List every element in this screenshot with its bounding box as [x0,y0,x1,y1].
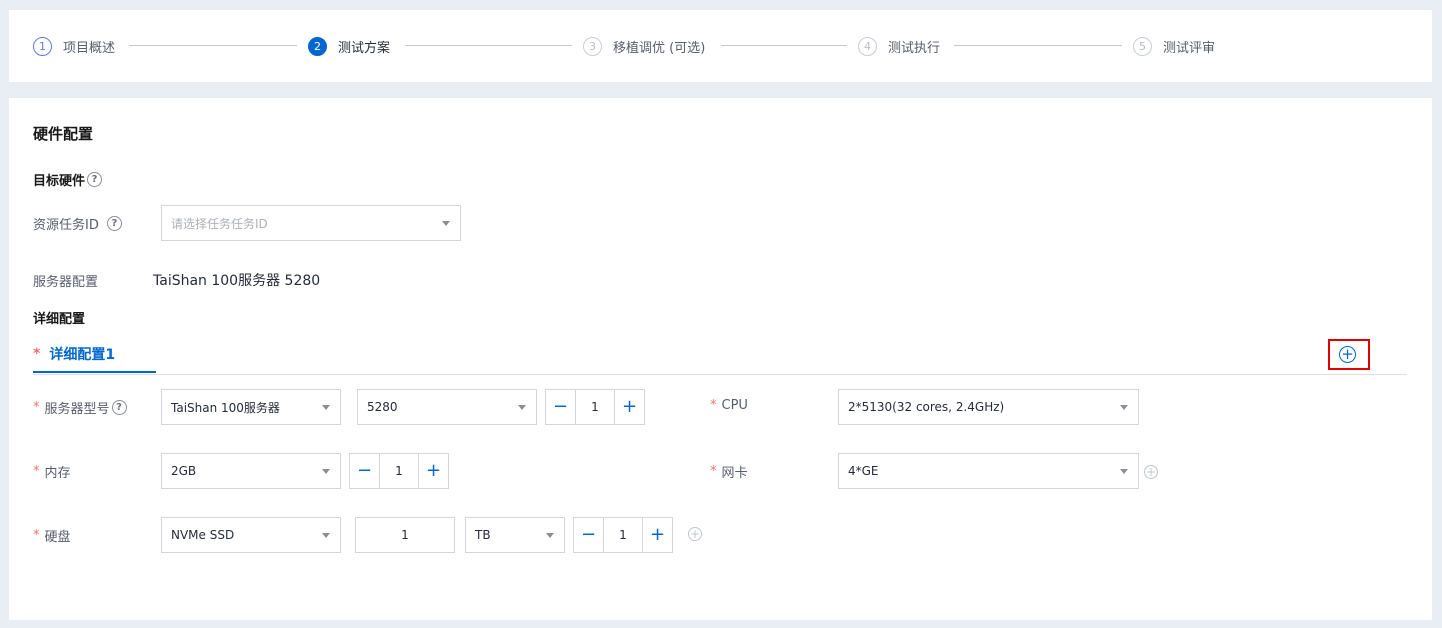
target-hardware-heading: 目标硬件 ? [33,170,103,189]
step-3[interactable]: 3 移植调优 (可选) [583,36,705,56]
resource-id-select[interactable]: 请选择任务任务ID [161,205,461,241]
disk-size-input[interactable]: 1 [355,517,455,553]
disk-type-select[interactable]: NVMe SSD [161,517,341,553]
server-model-label-row: * 服务器型号 ? [33,398,127,417]
server-model-value: 5280 [367,400,398,414]
step-label: 移植调优 (可选) [613,40,706,56]
section-title: 硬件配置 [33,125,94,143]
required-mark: * [33,346,41,362]
cpu-select[interactable]: 2*5130(32 cores, 2.4GHz) [838,389,1139,425]
step-5[interactable]: 5 测试评审 [1133,36,1215,56]
minus-icon[interactable]: − [574,518,604,552]
required-mark: * [33,528,40,543]
memory-value: 2GB [171,464,197,478]
step-4[interactable]: 4 测试执行 [858,36,940,56]
steps-bar: 1 项目概述 2 测试方案 3 移植调优 (可选) 4 测试执行 5 测试评审 [9,10,1432,82]
step-number: 5 [1133,36,1152,56]
disk-unit-select[interactable]: TB [465,517,565,553]
tab-active-indicator [33,371,156,373]
memory-select[interactable]: 2GB [161,453,341,489]
minus-icon[interactable]: − [350,454,380,488]
minus-icon[interactable]: − [546,390,576,424]
nic-label-row: * 网卡 [710,462,748,481]
step-number: 4 [858,36,877,56]
memory-label: 内存 [44,466,71,481]
chevron-down-icon [322,405,330,410]
server-quantity-value[interactable]: 1 [576,390,614,424]
chevron-down-icon [546,533,554,538]
server-model-select[interactable]: 5280 [357,389,537,425]
step-number: 3 [583,36,602,56]
disk-quantity-value[interactable]: 1 [604,518,642,552]
required-mark: * [33,464,40,479]
nic-label: 网卡 [721,466,748,481]
server-config-label: 服务器配置 [33,275,99,290]
help-icon[interactable]: ? [87,172,103,187]
resource-id-label: 资源任务ID [33,218,99,233]
tab-label: 详细配置1 [49,347,116,363]
help-icon[interactable]: ? [111,400,127,415]
chevron-down-icon [322,469,330,474]
server-config-value: TaiShan 100服务器 5280 [153,273,321,289]
chevron-down-icon [1120,405,1128,410]
server-quantity-stepper[interactable]: − 1 + [545,389,645,425]
step-connector [954,45,1122,46]
tab-divider [33,374,1407,375]
detail-config-title: 详细配置 [33,312,86,327]
step-label: 测试方案 [338,40,391,56]
required-mark: * [33,400,40,415]
step-1[interactable]: 1 项目概述 [33,36,115,56]
step-2[interactable]: 2 测试方案 [308,36,390,56]
server-series-value: TaiShan 100服务器 [171,400,280,415]
step-connector [129,45,297,46]
resource-id-label-row: 资源任务ID ? [33,214,122,233]
cpu-label-row: * CPU [710,398,748,413]
nic-select[interactable]: 4*GE [838,453,1139,489]
disk-unit-value: TB [475,528,491,542]
chevron-down-icon [1120,469,1128,474]
nic-value: 4*GE [848,464,879,478]
chevron-down-icon [518,405,526,410]
required-mark: * [710,398,717,413]
step-label: 测试执行 [888,40,941,56]
chevron-down-icon [442,221,450,226]
memory-quantity-value[interactable]: 1 [380,454,418,488]
cpu-label: CPU [721,398,748,413]
hardware-config-panel: 硬件配置 目标硬件 ? 资源任务ID ? 请选择任务任务ID 服务器配置 Tai… [9,98,1432,620]
chevron-down-icon [322,533,330,538]
add-nic-icon[interactable]: + [1144,465,1158,479]
step-number: 2 [308,36,327,56]
plus-icon[interactable]: + [642,518,672,552]
plus-icon[interactable]: + [418,454,448,488]
disk-type-value: NVMe SSD [171,528,235,542]
tab-detail-config-1[interactable]: * 详细配置1 [33,344,115,364]
memory-quantity-stepper[interactable]: − 1 + [349,453,449,489]
memory-label-row: * 内存 [33,462,71,481]
target-hardware-title: 目标硬件 [33,174,86,189]
server-model-label: 服务器型号 [44,402,110,417]
add-disk-icon[interactable]: + [688,527,702,541]
step-label: 测试评审 [1163,40,1216,56]
plus-icon[interactable]: + [614,390,644,424]
disk-quantity-stepper[interactable]: − 1 + [573,517,673,553]
step-connector [721,45,847,46]
disk-label-row: * 硬盘 [33,526,71,545]
cpu-value: 2*5130(32 cores, 2.4GHz) [848,400,1005,414]
required-mark: * [710,464,717,479]
server-series-select[interactable]: TaiShan 100服务器 [161,389,341,425]
resource-id-placeholder: 请选择任务任务ID [171,216,268,231]
step-number: 1 [33,36,52,56]
highlight-box [1328,339,1370,370]
help-icon[interactable]: ? [106,216,122,231]
step-label: 项目概述 [63,40,116,56]
step-connector [405,45,572,46]
disk-label: 硬盘 [44,530,71,545]
